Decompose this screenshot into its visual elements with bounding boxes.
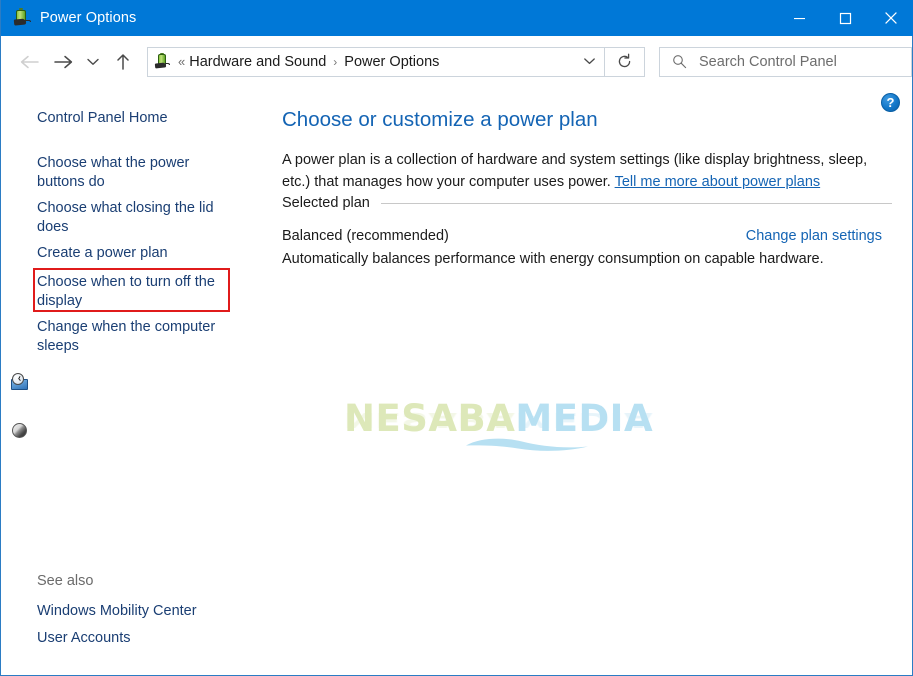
search-box[interactable] (659, 46, 912, 77)
maximize-icon (839, 12, 851, 24)
sidebar-item-choose-power-buttons[interactable]: Choose what the power buttons do (37, 154, 237, 192)
sidebar-item-change-computer-sleeps[interactable]: Change when the computer sleeps (37, 318, 237, 356)
navigation-bar: « Hardware and Sound › Power Options (1, 36, 912, 87)
selected-plan-label: Selected plan (282, 195, 370, 211)
forward-arrow-icon (53, 55, 72, 68)
breadcrumb-overflow-icon[interactable]: « (178, 55, 185, 68)
change-plan-settings-link[interactable]: Change plan settings (746, 228, 882, 244)
address-power-plug-battery-icon (154, 53, 171, 70)
plan-row: Balanced (recommended) Change plan setti… (282, 228, 882, 244)
sidebar-item-choose-turn-off-display[interactable]: Choose when to turn off the display (37, 273, 237, 311)
address-dropdown-button[interactable] (574, 48, 604, 76)
plan-name: Balanced (recommended) (282, 228, 449, 244)
search-icon (672, 54, 687, 69)
forward-button[interactable] (46, 45, 80, 79)
page-description: A power plan is a collection of hardware… (282, 149, 892, 193)
power-options-window: Power Options « Hardware and Sound › Pow… (0, 0, 913, 676)
sleep-moon-icon (11, 422, 28, 439)
chevron-down-icon (583, 58, 595, 65)
search-input[interactable] (699, 53, 890, 70)
breadcrumb-power-options[interactable]: Power Options (344, 54, 439, 70)
back-button[interactable] (12, 45, 46, 79)
minimize-icon (793, 17, 805, 19)
group-divider (380, 202, 892, 204)
breadcrumb-separator-icon: › (333, 54, 338, 69)
breadcrumb-hardware-and-sound[interactable]: Hardware and Sound (189, 54, 326, 70)
chevron-down-icon (87, 58, 99, 65)
plan-description: Automatically balances performance with … (282, 251, 824, 267)
content-area: ? Control Panel Home Choose what the pow… (1, 87, 912, 674)
minimize-button[interactable] (776, 0, 822, 36)
selected-plan-group-header: Selected plan (282, 195, 892, 211)
window-controls (776, 0, 913, 36)
power-plug-battery-icon (12, 8, 32, 28)
sidebar-item-control-panel-home[interactable]: Control Panel Home (37, 109, 247, 128)
close-button[interactable] (868, 0, 913, 36)
sidebar-item-windows-mobility-center[interactable]: Windows Mobility Center (37, 602, 257, 621)
up-one-level-button[interactable] (106, 45, 140, 79)
sidebar: Control Panel Home Choose what the power… (1, 87, 271, 674)
see-also-heading: See also (37, 573, 94, 589)
recent-locations-button[interactable] (80, 45, 106, 79)
back-arrow-icon (20, 55, 39, 68)
refresh-icon (618, 53, 631, 68)
address-bar[interactable]: « Hardware and Sound › Power Options (147, 46, 606, 77)
window-title: Power Options (40, 10, 137, 26)
sidebar-item-choose-closing-lid[interactable]: Choose what closing the lid does (37, 199, 237, 237)
tell-me-more-link[interactable]: Tell me more about power plans (615, 174, 821, 190)
sidebar-item-create-power-plan[interactable]: Create a power plan (37, 244, 237, 263)
page-title: Choose or customize a power plan (282, 108, 598, 131)
sidebar-item-user-accounts[interactable]: User Accounts (37, 629, 257, 648)
title-bar: Power Options (1, 0, 913, 36)
clock-display-icon (11, 373, 28, 390)
up-arrow-icon (117, 53, 129, 70)
main-panel: Choose or customize a power plan A power… (271, 87, 912, 674)
refresh-button[interactable] (605, 46, 646, 77)
close-icon (885, 12, 897, 24)
maximize-button[interactable] (822, 0, 868, 36)
